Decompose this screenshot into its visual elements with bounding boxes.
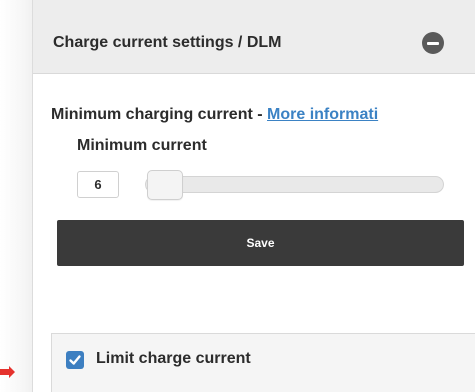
panel-title: Charge current settings / DLM [53, 34, 282, 51]
minimum-charging-current-heading: Minimum charging current - More informat… [51, 106, 378, 124]
minimum-current-input[interactable] [77, 171, 119, 198]
limit-charge-current-checkbox[interactable] [66, 351, 84, 369]
save-button[interactable]: Save [57, 220, 464, 266]
minimum-current-slider-handle[interactable] [147, 170, 183, 200]
limit-charge-current-label[interactable]: Limit charge current [96, 350, 251, 368]
panel-header: Charge current settings / DLM [33, 0, 475, 74]
checkmark-icon [69, 355, 81, 365]
arrow-right-icon [0, 366, 15, 378]
minimum-charging-current-label: Minimum charging current - [51, 106, 268, 123]
minimum-current-slider-track[interactable] [145, 176, 444, 193]
minimum-current-label: Minimum current [77, 137, 207, 154]
more-information-link[interactable]: More informati [267, 106, 378, 123]
charge-current-panel: Charge current settings / DLM Minimum ch… [32, 0, 475, 392]
minus-circle-icon[interactable] [422, 32, 444, 54]
